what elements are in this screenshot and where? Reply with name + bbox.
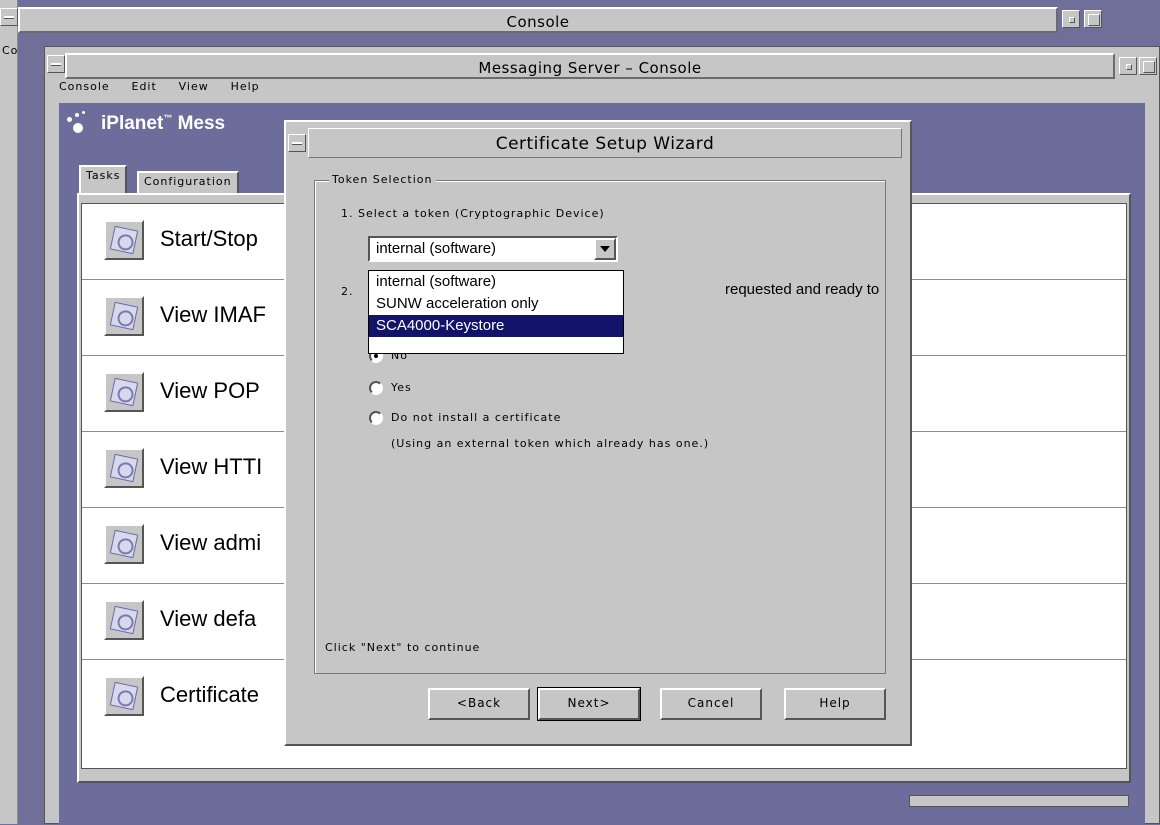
step-2-text: requested and ready to xyxy=(725,281,880,298)
task-label[interactable]: Certificate xyxy=(160,682,259,708)
task-icon[interactable] xyxy=(104,448,144,488)
menu-edit[interactable]: Edit xyxy=(132,80,157,93)
footer-hint: Click "Next" to continue xyxy=(325,641,481,654)
dropdown-option-sca4000[interactable]: SCA4000-Keystore xyxy=(369,315,623,337)
task-icon[interactable] xyxy=(104,676,144,716)
task-icon[interactable] xyxy=(104,524,144,564)
task-icon[interactable] xyxy=(104,600,144,640)
outer-window-menu-button[interactable] xyxy=(0,8,18,26)
token-select[interactable]: internal (software) xyxy=(368,236,618,262)
iplanet-logo-icon xyxy=(67,111,93,135)
outer-menu-console[interactable]: Co xyxy=(2,44,18,57)
logo-trademark: ™ xyxy=(163,113,173,123)
outer-maximize-button[interactable] xyxy=(1084,10,1102,28)
radio-yes[interactable] xyxy=(369,381,383,395)
outer-window-title[interactable]: Console xyxy=(18,7,1058,33)
menu-bar: Console Edit View Help xyxy=(59,79,278,101)
task-label[interactable]: View IMAF xyxy=(160,302,266,328)
logo-brand: iPlanet xyxy=(101,113,164,134)
outer-window-left-frame xyxy=(0,0,18,824)
group-title: Token Selection xyxy=(329,173,436,186)
task-label[interactable]: View HTTI xyxy=(160,454,262,480)
outer-minimize-button[interactable] xyxy=(1062,10,1080,28)
inner-window-menu-button[interactable] xyxy=(47,55,65,73)
next-button[interactable]: Next> xyxy=(537,687,641,721)
menu-view[interactable]: View xyxy=(179,80,209,93)
step-1-label: 1. Select a token (Cryptographic Device) xyxy=(341,207,605,220)
help-button[interactable]: Help xyxy=(784,688,886,720)
task-label[interactable]: View POP xyxy=(160,378,260,404)
radio-do-not-install[interactable] xyxy=(369,411,383,425)
step-2-number: 2. xyxy=(341,285,354,298)
status-progress-field xyxy=(909,795,1129,807)
logo-product: Mess xyxy=(177,113,226,134)
task-label[interactable]: View admi xyxy=(160,530,261,556)
task-label[interactable]: Start/Stop xyxy=(160,226,258,252)
tab-configuration[interactable]: Configuration xyxy=(137,171,239,193)
wizard-title[interactable]: Certificate Setup Wizard xyxy=(308,128,902,158)
tab-tasks[interactable]: Tasks xyxy=(79,165,128,193)
radio-do-not-install-label[interactable]: Do not install a certificate xyxy=(391,411,561,424)
cancel-button[interactable]: Cancel xyxy=(660,688,762,720)
inner-minimize-button[interactable] xyxy=(1119,57,1137,75)
wizard-window-menu-button[interactable] xyxy=(288,134,306,152)
token-select-value[interactable]: internal (software) xyxy=(376,240,496,257)
back-button[interactable]: <Back xyxy=(428,688,530,720)
product-logo-text: iPlanet™ Mess xyxy=(101,113,225,135)
task-icon[interactable] xyxy=(104,372,144,412)
inner-window-title[interactable]: Messaging Server – Console xyxy=(65,53,1115,79)
task-icon[interactable] xyxy=(104,296,144,336)
inner-maximize-button[interactable] xyxy=(1139,57,1157,75)
dropdown-option-sunw[interactable]: SUNW acceleration only xyxy=(369,293,623,315)
menu-help[interactable]: Help xyxy=(231,80,260,93)
dropdown-option-internal[interactable]: internal (software) xyxy=(369,271,623,293)
task-icon[interactable] xyxy=(104,220,144,260)
chevron-down-icon[interactable] xyxy=(594,238,616,260)
certificate-setup-wizard: Certificate Setup Wizard Token Selection… xyxy=(284,120,912,746)
task-label[interactable]: View defa xyxy=(160,606,256,632)
menu-console[interactable]: Console xyxy=(59,80,110,93)
token-dropdown-list[interactable]: internal (software) SUNW acceleration on… xyxy=(368,270,624,354)
radio-yes-label[interactable]: Yes xyxy=(391,381,412,394)
radio-note: (Using an external token which already h… xyxy=(391,437,710,450)
